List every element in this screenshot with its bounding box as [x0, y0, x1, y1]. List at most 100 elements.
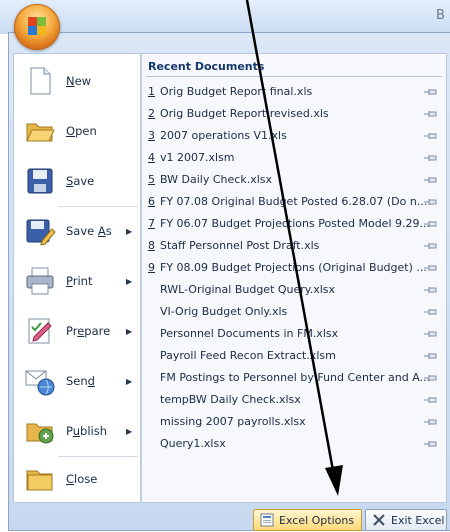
menu-item-label: Save As [66, 224, 112, 238]
pin-icon[interactable] [424, 87, 438, 97]
recent-document-number: 8 [148, 239, 155, 252]
recent-document-name: VI-Orig Budget Only.xls [160, 305, 288, 318]
save-as-icon [24, 215, 56, 247]
recent-document-name: Query1.xlsx [160, 437, 226, 450]
menu-item-label: Publish [66, 424, 108, 438]
divider [146, 76, 442, 77]
recent-document-item[interactable]: RWL-Original Budget Query.xlsx [142, 280, 446, 301]
recent-document-item[interactable]: 2 Orig Budget Report revised.xls [142, 104, 446, 125]
menu-item-save[interactable]: Save [14, 158, 140, 204]
recent-document-item[interactable]: 3 2007 operations V1.xls [142, 126, 446, 147]
recent-document-name: FM Postings to Personnel by Fund Center … [160, 371, 431, 384]
pin-icon[interactable] [424, 439, 438, 449]
pin-icon[interactable] [424, 131, 438, 141]
excel-options-label: Excel Options [279, 513, 355, 527]
pin-icon[interactable] [424, 351, 438, 361]
menu-footer: Excel Options Exit Excel [9, 505, 450, 532]
recent-document-name: FY 06.07 Budget Projections Posted Model… [160, 217, 430, 230]
prepare-icon [24, 315, 56, 347]
recent-document-name: FY 07.08 Original Budget Posted 6.28.07 … [160, 195, 428, 208]
menu-item-publish[interactable]: Publish ▶ [14, 408, 140, 454]
recent-document-item[interactable]: Query1.xlsx [142, 434, 446, 455]
excel-options-button[interactable]: Excel Options [253, 509, 362, 531]
recent-document-item[interactable]: tempBW Daily Check.xlsx [142, 390, 446, 411]
divider [58, 206, 138, 207]
menu-item-label: Close [66, 472, 98, 486]
recent-document-name: RWL-Original Budget Query.xlsx [160, 283, 336, 296]
recent-document-name: FY 08.09 Budget Projections (Original Bu… [160, 261, 427, 274]
recent-document-name: v1 2007.xlsm [160, 151, 235, 164]
recent-document-name: tempBW Daily Check.xlsx [160, 393, 301, 406]
submenu-arrow-icon: ▶ [126, 426, 133, 436]
pin-icon[interactable] [424, 197, 438, 207]
recent-document-number: 7 [148, 217, 155, 230]
pin-icon[interactable] [424, 153, 438, 163]
recent-document-number: 2 [148, 107, 155, 120]
pin-icon[interactable] [424, 175, 438, 185]
menu-item-save-as[interactable]: Save As ▶ [14, 208, 140, 254]
menu-item-send[interactable]: Send ▶ [14, 358, 140, 404]
pin-icon[interactable] [424, 417, 438, 427]
recent-document-number: 3 [148, 129, 155, 142]
menu-item-label: Open [66, 124, 97, 138]
recent-document-item[interactable]: 1 Orig Budget Report final.xls [142, 82, 446, 103]
recent-document-name: 2007 operations V1.xls [160, 129, 287, 142]
send-icon [24, 365, 56, 397]
recent-document-number: 1 [148, 85, 155, 98]
recent-document-item[interactable]: FM Postings to Personnel by Fund Center … [142, 368, 446, 389]
recent-document-item[interactable]: 4 v1 2007.xlsm [142, 148, 446, 169]
submenu-arrow-icon: ▶ [126, 376, 133, 386]
recent-document-name: Personnel Documents in FM.xlsx [160, 327, 339, 340]
pin-icon[interactable] [424, 285, 438, 295]
close-x-icon [373, 514, 385, 526]
recent-document-item[interactable]: Payroll Feed Recon Extract.xlsm [142, 346, 446, 367]
recent-document-item[interactable]: VI-Orig Budget Only.xls [142, 302, 446, 323]
printer-icon [24, 265, 56, 297]
menu-item-new[interactable]: New [14, 58, 140, 104]
recent-document-number: 9 [148, 261, 155, 274]
pin-icon[interactable] [424, 307, 438, 317]
recent-document-name: Orig Budget Report final.xls [160, 85, 313, 98]
pin-icon[interactable] [424, 263, 438, 273]
office-logo-icon [28, 17, 46, 35]
recent-document-item[interactable]: 8 Staff Personnel Post Draft.xls [142, 236, 446, 257]
exit-excel-button[interactable]: Exit Excel [365, 509, 447, 531]
recent-documents-title: Recent Documents [148, 60, 265, 73]
recent-document-item[interactable]: 9 FY 08.09 Budget Projections (Original B… [142, 258, 446, 279]
new-document-icon [24, 65, 56, 97]
recent-document-item[interactable]: 7 FY 06.07 Budget Projections Posted Mode… [142, 214, 446, 235]
menu-item-open[interactable]: Open [14, 108, 140, 154]
pin-icon[interactable] [424, 241, 438, 251]
recent-document-item[interactable]: 6 FY 07.08 Original Budget Posted 6.28.07… [142, 192, 446, 213]
submenu-arrow-icon: ▶ [126, 226, 133, 236]
window-title: B [436, 8, 445, 23]
title-bar: B [0, 0, 450, 34]
recent-document-item[interactable]: 5 BW Daily Check.xlsx [142, 170, 446, 191]
menu-item-label: Prepare [66, 324, 111, 338]
menu-item-close[interactable]: Close [14, 456, 140, 502]
menu-item-label: Print [66, 274, 93, 288]
recent-documents-panel: Recent Documents 1 Orig Budget Report fin… [141, 53, 447, 503]
recent-document-name: missing 2007 payrolls.xlsx [160, 415, 306, 428]
recent-document-name: Orig Budget Report revised.xls [160, 107, 329, 120]
menu-item-label: New [66, 74, 92, 88]
close-folder-icon [24, 463, 56, 495]
menu-item-prepare[interactable]: Prepare ▶ [14, 308, 140, 354]
pin-icon[interactable] [424, 329, 438, 339]
menu-item-label: Send [66, 374, 95, 388]
submenu-arrow-icon: ▶ [126, 326, 133, 336]
pin-icon[interactable] [424, 373, 438, 383]
recent-document-name: Staff Personnel Post Draft.xls [160, 239, 320, 252]
pin-icon[interactable] [424, 395, 438, 405]
recent-document-item[interactable]: missing 2007 payrolls.xlsx [142, 412, 446, 433]
options-icon [260, 513, 274, 527]
pin-icon[interactable] [424, 219, 438, 229]
save-disk-icon [24, 165, 56, 197]
pin-icon[interactable] [424, 109, 438, 119]
menu-item-print[interactable]: Print ▶ [14, 258, 140, 304]
recent-document-item[interactable]: Personnel Documents in FM.xlsx [142, 324, 446, 345]
recent-document-number: 5 [148, 173, 155, 186]
recent-document-name: Payroll Feed Recon Extract.xlsm [160, 349, 336, 362]
menu-item-label: Save [66, 174, 95, 188]
office-button[interactable] [14, 4, 60, 50]
